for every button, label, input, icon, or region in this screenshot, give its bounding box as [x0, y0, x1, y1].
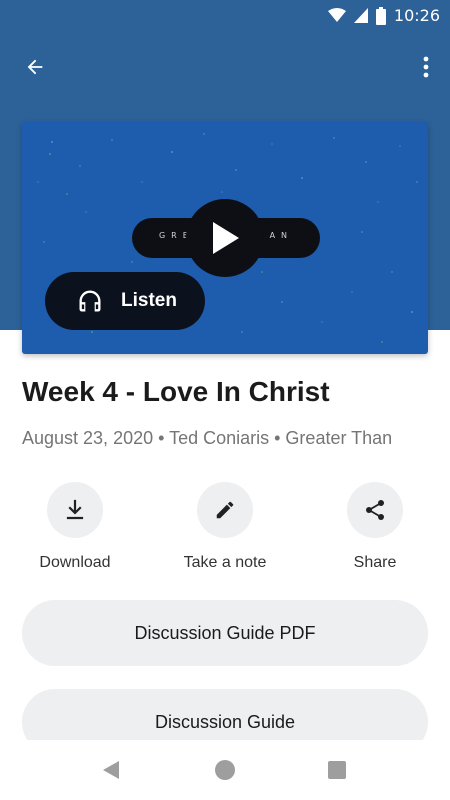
nav-home-icon[interactable] [215, 760, 235, 780]
play-button[interactable] [186, 199, 264, 277]
nav-back-icon[interactable] [101, 760, 121, 780]
share-action[interactable]: Share [320, 482, 430, 572]
back-button[interactable] [18, 50, 52, 84]
discussion-guide-pdf-button[interactable]: Discussion Guide PDF [22, 600, 428, 666]
status-bar: 10:26 [0, 0, 450, 32]
episode-meta: August 23, 2020 • Ted Coniaris • Greater… [22, 428, 393, 448]
more-vert-icon [423, 56, 429, 78]
download-button[interactable] [47, 482, 103, 538]
download-icon [66, 499, 84, 520]
download-action[interactable]: Download [20, 482, 130, 572]
listen-label: Listen [121, 290, 177, 311]
play-icon [213, 222, 239, 254]
cell-signal-icon [353, 8, 368, 23]
share-label: Share [353, 554, 397, 571]
share-icon [366, 500, 384, 520]
take-note-action[interactable]: Take a note [170, 482, 280, 572]
battery-icon [375, 6, 386, 25]
nav-recents-icon[interactable] [328, 761, 346, 779]
headphones-icon [79, 290, 101, 312]
take-note-button[interactable] [197, 482, 253, 538]
download-label: Download [39, 554, 111, 571]
more-options-button[interactable] [416, 50, 436, 84]
share-button[interactable] [347, 482, 403, 538]
episode-title: Week 4 - Love In Christ [22, 376, 330, 407]
take-note-label: Take a note [183, 554, 267, 571]
pencil-icon [216, 501, 234, 519]
status-time: 10:26 [393, 6, 440, 25]
system-navigation-bar [0, 740, 450, 800]
app-bar [0, 40, 450, 92]
arrow-back-icon [27, 59, 43, 75]
listen-button[interactable]: Listen [45, 272, 205, 330]
wifi-icon [327, 8, 346, 22]
